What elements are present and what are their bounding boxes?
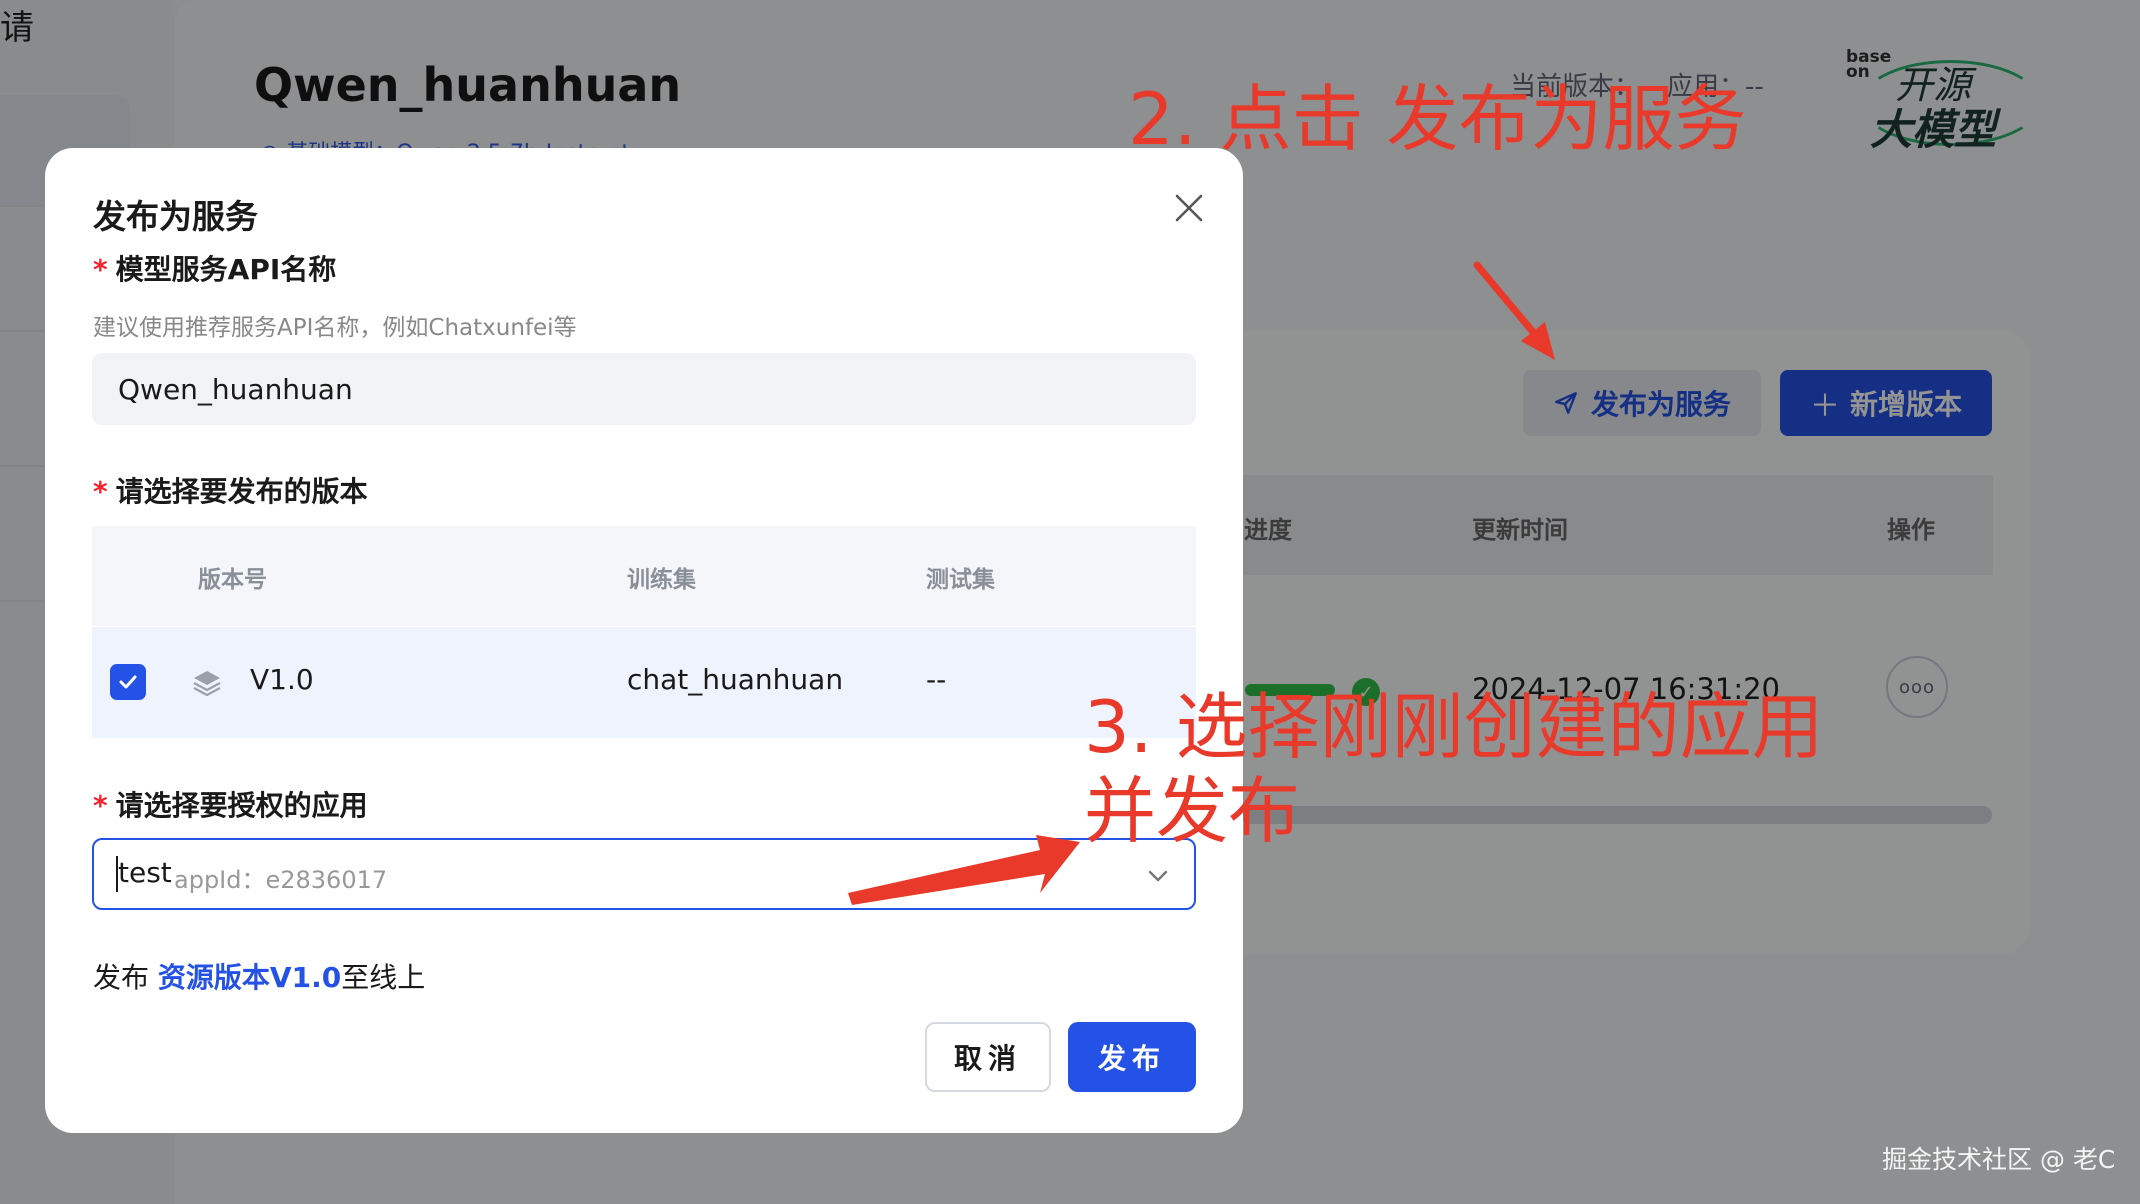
publish-button[interactable]: 发布 — [1068, 1022, 1196, 1092]
watermark: 掘金技术社区 @ 老C — [1882, 1145, 2116, 1174]
cell-version: V1.0 — [250, 663, 314, 696]
api-name-label: * 模型服务API名称 — [93, 248, 336, 288]
check-icon — [119, 675, 137, 689]
app-select-label-text: 请选择要授权的应用 — [115, 789, 368, 822]
publish-description: 发布 资源版本V1.0至线上 — [93, 956, 425, 996]
resource-version-link[interactable]: 资源版本V1.0 — [158, 961, 341, 994]
version-table: 版本号 训练集 测试集 V1.0 chat_huanhuan -- — [92, 526, 1196, 738]
annotation-step3-line2: 并发布 — [1084, 769, 1301, 853]
version-table-header: 版本号 训练集 测试集 — [92, 526, 1196, 626]
desc-suffix: 至线上 — [341, 961, 426, 994]
cancel-button[interactable]: 取消 — [925, 1022, 1051, 1092]
required-mark: * — [93, 789, 108, 822]
row-checkbox[interactable] — [110, 664, 146, 700]
app-select-id: appId：e2836017 — [174, 866, 388, 894]
close-icon[interactable] — [1167, 186, 1211, 230]
api-name-label-text: 模型服务API名称 — [115, 253, 337, 286]
publish-service-dialog: 发布为服务 * 模型服务API名称 建议使用推荐服务API名称，例如Chatxun… — [45, 148, 1243, 1133]
dialog-title: 发布为服务 — [93, 197, 258, 236]
header-train-set: 训练集 — [627, 567, 696, 593]
api-name-hint: 建议使用推荐服务API名称，例如Chatxunfei等 — [93, 315, 577, 341]
app-select-label: * 请选择要授权的应用 — [93, 784, 368, 824]
table-row[interactable]: V1.0 chat_huanhuan -- — [92, 627, 1196, 738]
chevron-down-icon[interactable] — [1144, 862, 1172, 890]
layers-icon — [193, 671, 221, 697]
annotation-step3-line1: 3. 选择刚刚创建的应用 — [1084, 685, 1824, 769]
version-select-label: * 请选择要发布的版本 — [93, 470, 368, 510]
version-select-label-text: 请选择要发布的版本 — [115, 475, 368, 508]
cell-train-set: chat_huanhuan — [627, 663, 844, 696]
app-select[interactable]: test appId：e2836017 — [92, 838, 1196, 910]
cell-test-set: -- — [926, 663, 947, 696]
api-name-input[interactable]: Qwen_huanhuan — [92, 353, 1196, 425]
header-version: 版本号 — [198, 567, 267, 593]
desc-prefix: 发布 — [93, 961, 150, 994]
header-test-set: 测试集 — [926, 567, 995, 593]
app-select-value: test — [118, 856, 172, 889]
required-mark: * — [93, 475, 108, 508]
required-mark: * — [93, 253, 108, 286]
annotation-step2: 2. 点击 发布为服务 — [1128, 77, 1747, 161]
